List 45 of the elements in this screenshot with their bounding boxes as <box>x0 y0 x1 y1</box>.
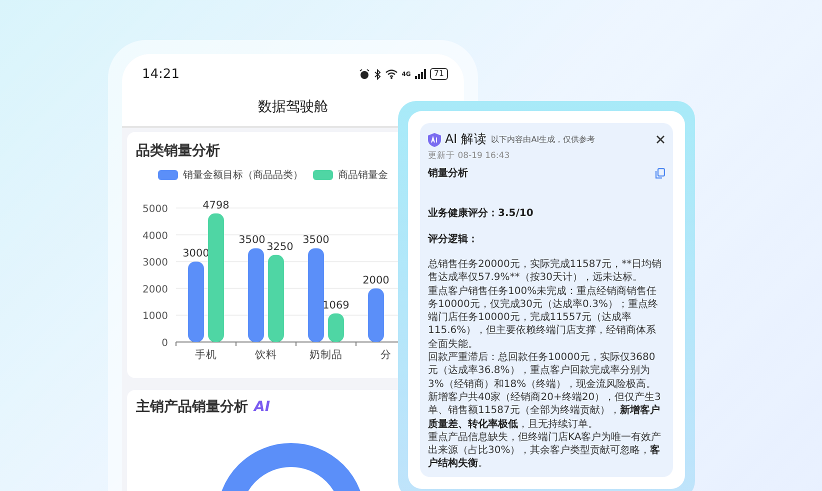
signal-icon <box>414 69 426 79</box>
legend-item: 销量金额目标（商品品类） <box>158 168 303 182</box>
data-label: 3500 <box>302 234 330 246</box>
axis-category-label: 奶制品 <box>310 349 342 361</box>
axis-category-label: 手机 <box>195 349 217 361</box>
health-score: 业务健康评分：3.5/10 <box>428 206 534 220</box>
copy-icon[interactable] <box>655 168 665 178</box>
axis-tick-label: 1000 <box>142 311 168 322</box>
axis-tick-label: 0 <box>162 338 168 349</box>
battery-level: 71 <box>430 68 448 80</box>
wifi-icon <box>384 69 398 79</box>
axis-tick-label: 2000 <box>142 284 168 296</box>
bluetooth-icon <box>374 68 381 80</box>
legend-swatch <box>313 170 333 180</box>
axis-tick-label: 3000 <box>142 258 168 269</box>
legend-item: 商品销量金 <box>313 168 388 182</box>
bar <box>328 313 344 342</box>
alarm-icon <box>358 68 370 80</box>
panel-title: AI 解读 <box>445 131 488 148</box>
data-label: 2000 <box>362 274 390 286</box>
status-time: 14:21 <box>142 66 180 82</box>
axis-tick-label: 4000 <box>142 230 168 242</box>
axis-tick-label: 5000 <box>142 204 168 215</box>
update-time: 更新于 08-19 16:43 <box>428 150 511 162</box>
card-title: 品类销量分析 <box>136 143 220 159</box>
axis-category-label: 分 <box>380 349 392 361</box>
card-title: 主销产品销量分析 <box>136 398 248 416</box>
analysis-paragraph: 重点产品信息缺失，但终端门店KA客户为唯一有效产出来源（占比30%），其余客户类型贡献可忽略，客户结构失衡。 <box>428 430 662 471</box>
section-title: 销量分析 <box>428 166 468 180</box>
data-label: 3000 <box>182 248 210 260</box>
data-label: 4798 <box>202 199 230 212</box>
ai-label: AI <box>254 399 270 415</box>
data-label: 3500 <box>238 234 266 246</box>
analysis-paragraph: 总销售任务20000元，实际完成11587元，**日均销售达成率仅57.9%**（按30天计），远未达标。 <box>428 258 663 285</box>
analysis-paragraph: 回款严重滞后：总回款任务10000元，实际仅3680元（达成率36.8%），重点客户回款完成率分别为3%（经销商）和18%（终端），现金流风险极高。 <box>428 351 658 391</box>
data-label: 3250 <box>266 240 294 253</box>
panel-subtitle: 以下内容由AI生成，仅供参考 <box>491 134 596 145</box>
axis-category-label: 饮料 <box>255 349 277 361</box>
analysis-paragraph: 重点客户销售任务100%未完成：重点经销商销售任务10000元，仅完成30元（达成率0.3%）；重点终端门店任务10000元，完成11557元（达成率115.6%），但主要依赖终端门店支撑，经销商体系全面失能。 <box>428 284 659 352</box>
close-button[interactable] <box>656 135 665 144</box>
ai-shield-icon <box>428 132 441 146</box>
analysis-paragraph: 新增客户共40家（经销商20+终端20），但仅产生3单、销售额11587元（全部为终端贡献），新增客户质量差、转化率极低，且无持续订单。 <box>428 390 662 431</box>
bar <box>368 288 384 342</box>
logic-title: 评分逻辑： <box>428 232 479 246</box>
legend-swatch <box>158 170 178 180</box>
